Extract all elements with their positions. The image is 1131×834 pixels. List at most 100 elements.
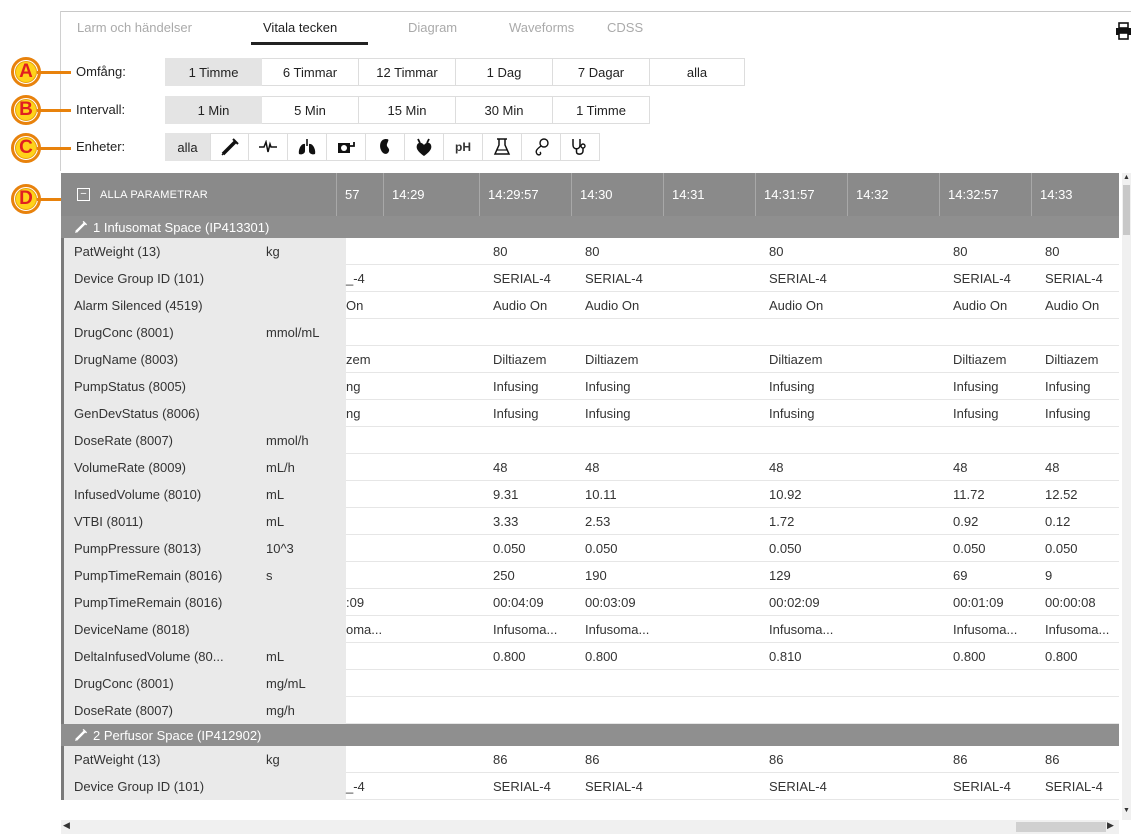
ecg-icon[interactable] bbox=[249, 133, 288, 161]
parameter-value: 9 bbox=[1045, 568, 1053, 583]
parameter-unit: mg/h bbox=[256, 697, 346, 724]
parameter-value: Infusing bbox=[493, 406, 539, 421]
parameter-row: PumpTimeRemain (8016):09 00:04:09 00:03:09… bbox=[61, 589, 1119, 616]
parameter-unit: mL/h bbox=[256, 454, 346, 481]
parameter-value: SERIAL-4 bbox=[493, 779, 551, 794]
range-1d-button[interactable]: 1 Dag bbox=[456, 58, 553, 86]
collapse-minus-icon[interactable]: − bbox=[77, 188, 90, 201]
parameter-value: Infusing bbox=[1045, 379, 1091, 394]
parameter-value: SERIAL-4 bbox=[1045, 779, 1103, 794]
range-12h-button[interactable]: 12 Timmar bbox=[359, 58, 456, 86]
range-all-button[interactable]: alla bbox=[650, 58, 745, 86]
parameter-value: 86 bbox=[769, 752, 784, 767]
tab-cdss[interactable]: CDSS bbox=[607, 20, 643, 35]
device-group-header[interactable]: 1 Infusomat Space (IP413301) bbox=[61, 216, 1119, 238]
range-7d-button[interactable]: 7 Dagar bbox=[553, 58, 650, 86]
parameter-value: 00:00:08 bbox=[1045, 595, 1096, 610]
tab-diagram[interactable]: Diagram bbox=[408, 20, 457, 35]
tab-vitala-tecken[interactable]: Vitala tecken bbox=[263, 20, 337, 35]
parameter-value: 80 bbox=[769, 244, 784, 259]
infusion-icon[interactable] bbox=[522, 133, 561, 161]
time-column-header[interactable]: 14:31:57 bbox=[755, 173, 847, 216]
parameter-value: 86 bbox=[953, 752, 968, 767]
parameter-unit bbox=[256, 265, 346, 292]
stethoscope-icon[interactable] bbox=[561, 133, 600, 161]
units-all-button[interactable]: alla bbox=[165, 133, 210, 161]
parameter-name: VTBI (8011) bbox=[61, 508, 256, 535]
parameter-unit bbox=[256, 346, 346, 373]
parameter-row: DrugConc (8001) mmol/mL bbox=[61, 319, 1119, 346]
parameter-value: Diltiazem bbox=[769, 352, 823, 367]
lab-flask-icon[interactable] bbox=[483, 133, 522, 161]
parameter-value: 11.72 bbox=[953, 487, 985, 502]
parameter-value: 0.12 bbox=[1045, 514, 1071, 529]
parameter-value: 0.800 bbox=[585, 649, 618, 664]
interval-5min-button[interactable]: 5 Min bbox=[262, 96, 359, 124]
time-column-header[interactable]: 14:31 bbox=[663, 173, 755, 216]
parameter-name: DeviceName (8018) bbox=[61, 616, 256, 643]
parameters-grid: − ALLA PARAMETRAR 57 14:29 14:29:57 14:3… bbox=[61, 173, 1119, 820]
interval-15min-button[interactable]: 15 Min bbox=[359, 96, 456, 124]
parameter-value: Diltiazem bbox=[1045, 352, 1099, 367]
tab-larm[interactable]: Larm och händelser bbox=[77, 20, 192, 35]
time-column-header[interactable]: 14:29:57 bbox=[479, 173, 571, 216]
tab-waveforms[interactable]: Waveforms bbox=[509, 20, 574, 35]
time-column-header[interactable]: 14:32 bbox=[847, 173, 939, 216]
scroll-right-icon[interactable]: ▶ bbox=[1107, 820, 1114, 831]
parameter-row: GenDevStatus (8006) ng Infusing Infusing Inf… bbox=[61, 400, 1119, 427]
parameter-name: DoseRate (8007) bbox=[61, 427, 256, 454]
parameter-value: Diltiazem bbox=[953, 352, 1007, 367]
parameter-unit bbox=[256, 589, 346, 616]
scroll-left-icon[interactable]: ◀ bbox=[63, 820, 70, 831]
parameter-unit bbox=[256, 773, 346, 800]
all-parameters-header[interactable]: − ALLA PARAMETRAR bbox=[61, 173, 256, 216]
kidney-icon[interactable] bbox=[366, 133, 405, 161]
vertical-scroll-thumb[interactable] bbox=[1123, 185, 1130, 235]
ph-icon[interactable]: pH bbox=[444, 133, 483, 161]
print-icon[interactable] bbox=[1115, 22, 1131, 40]
time-column-header[interactable]: 14:33 bbox=[1031, 173, 1119, 216]
interval-30min-button[interactable]: 30 Min bbox=[456, 96, 553, 124]
parameter-value: 80 bbox=[953, 244, 968, 259]
range-selector: 1 Timme 6 Timmar 12 Timmar 1 Dag 7 Dagar… bbox=[165, 58, 745, 86]
range-label: Omfång: bbox=[76, 64, 126, 79]
parameter-name: Alarm Silenced (4519) bbox=[61, 292, 256, 319]
parameter-value: 0.050 bbox=[585, 541, 618, 556]
range-1h-button[interactable]: 1 Timme bbox=[165, 58, 262, 86]
parameter-unit: kg bbox=[256, 746, 346, 773]
parameter-name: GenDevStatus (8006) bbox=[61, 400, 256, 427]
ventilator-icon[interactable] bbox=[327, 133, 366, 161]
device-group-title: 2 Perfusor Space (IP412902) bbox=[93, 727, 262, 743]
parameter-value: 0.800 bbox=[953, 649, 986, 664]
parameter-value: 48 bbox=[1045, 460, 1060, 475]
scroll-up-icon[interactable]: ▲ bbox=[1122, 173, 1131, 183]
parameter-value: SERIAL-4 bbox=[953, 271, 1011, 286]
horizontal-scrollbar[interactable]: ◀ ▶ bbox=[61, 820, 1119, 834]
interval-1h-button[interactable]: 1 Timme bbox=[553, 96, 650, 124]
time-column-header[interactable]: 14:30 bbox=[571, 173, 663, 216]
parameter-value: Diltiazem bbox=[585, 352, 639, 367]
syringe-icon bbox=[75, 728, 88, 741]
syringe-icon[interactable] bbox=[210, 133, 249, 161]
device-group-header[interactable]: 2 Perfusor Space (IP412902) bbox=[61, 724, 1119, 746]
time-column-header[interactable]: 14:32:57 bbox=[939, 173, 1031, 216]
parameter-value: Infusing bbox=[953, 379, 999, 394]
interval-selector: 1 Min 5 Min 15 Min 30 Min 1 Timme bbox=[165, 96, 650, 124]
heart-icon[interactable] bbox=[405, 133, 444, 161]
parameter-name: VolumeRate (8009) bbox=[61, 454, 256, 481]
horizontal-scroll-thumb[interactable] bbox=[1016, 822, 1106, 832]
parameter-value: 48 bbox=[585, 460, 600, 475]
parameter-row: Alarm Silenced (4519) On Audio On Audio On A… bbox=[61, 292, 1119, 319]
parameter-unit bbox=[256, 400, 346, 427]
time-column-header[interactable]: 57 bbox=[336, 173, 383, 216]
parameter-value: 129 bbox=[769, 568, 791, 583]
parameter-value: 1.72 bbox=[769, 514, 795, 529]
lungs-icon[interactable] bbox=[288, 133, 327, 161]
interval-1min-button[interactable]: 1 Min bbox=[165, 96, 262, 124]
scroll-down-icon[interactable]: ▼ bbox=[1122, 806, 1131, 816]
vertical-scrollbar[interactable]: ▲ ▼ bbox=[1122, 173, 1131, 820]
parameter-value: 0.810 bbox=[769, 649, 802, 664]
parameter-unit: mmol/mL bbox=[256, 319, 346, 346]
time-column-header[interactable]: 14:29 bbox=[383, 173, 479, 216]
range-6h-button[interactable]: 6 Timmar bbox=[262, 58, 359, 86]
